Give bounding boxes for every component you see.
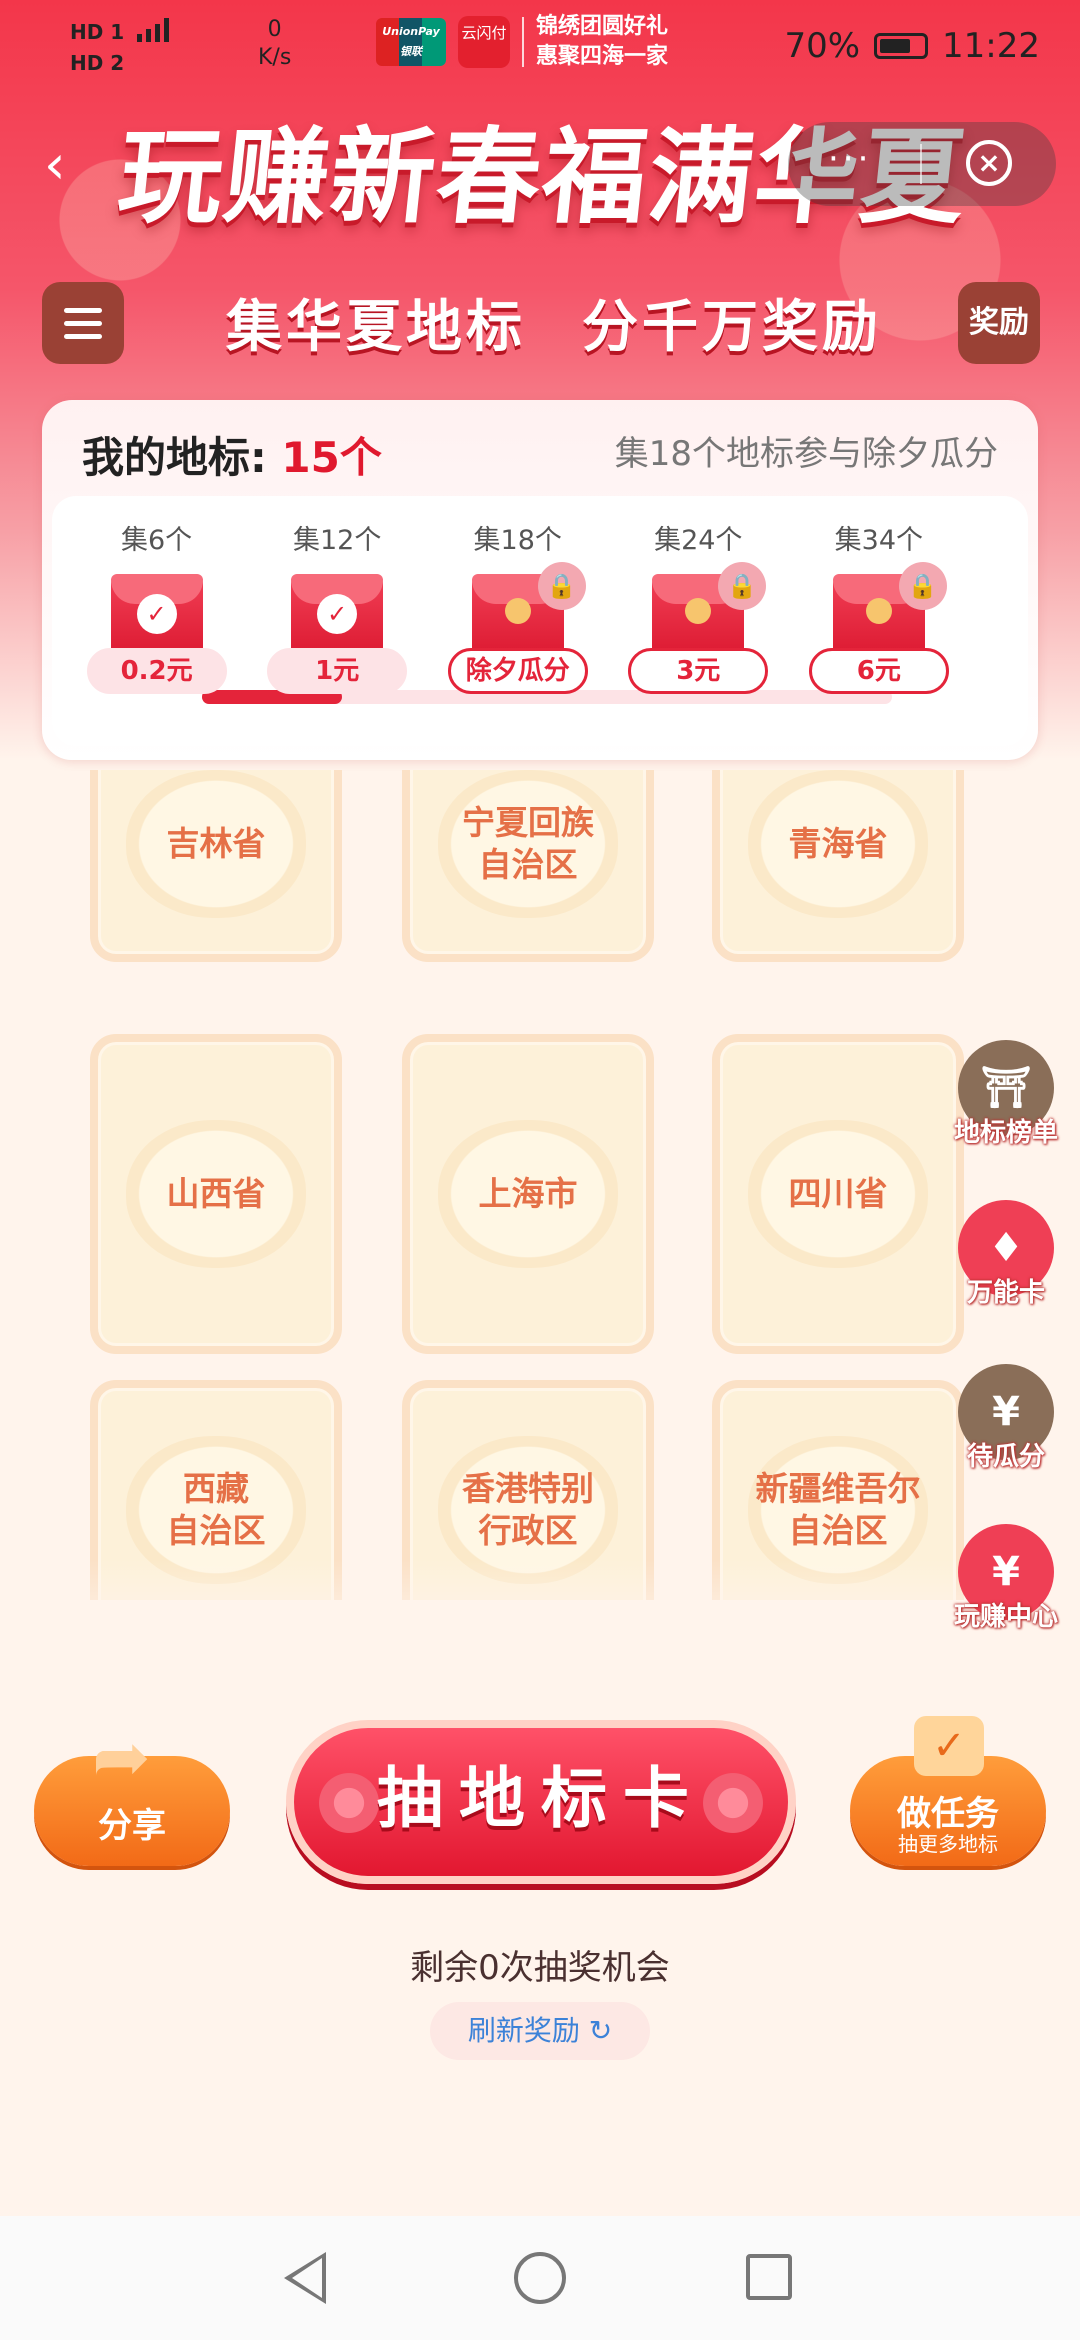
landmark-card[interactable]: 青海省	[712, 770, 964, 962]
share-arrow-icon: ➦	[92, 1716, 151, 1798]
card-name: 新疆维吾尔 自治区	[755, 1469, 921, 1550]
divider	[522, 17, 524, 67]
refresh-reward-button[interactable]: 刷新奖励 ↻	[430, 2002, 650, 2060]
close-icon[interactable]: ×	[966, 140, 1012, 186]
check-seal-icon: ✓	[136, 594, 177, 634]
hd2-label: HD 2	[70, 51, 125, 75]
system-nav-bar	[0, 2216, 1080, 2340]
subtitle-left: 集华夏地标	[226, 294, 526, 360]
milestone-track: 集6个 ✓ 0.2元 集12个 ✓ 1元 集18个 🔒 除夕瓜分 集24个 🔒 3元 集34个 🔒 6元	[52, 496, 1028, 746]
promo-banner[interactable]: UnionPay 银联 云闪付 锦绣团圆好礼 惠聚四海一家	[376, 12, 668, 72]
status-bar: HD 1 HD 2 0 K/s UnionPay 银联 云闪付 锦绣团圆好礼 惠…	[0, 0, 1080, 90]
grid-fade	[0, 1560, 1080, 1640]
landmark-card[interactable]: 上海市	[402, 1034, 654, 1354]
remaining-chances: 剩余0次抽奖机会	[410, 1948, 670, 1988]
yunshanfu-logo: 云闪付	[458, 16, 510, 68]
lock-icon: 🔒	[537, 562, 586, 610]
share-label: 分享	[98, 1806, 166, 1846]
nav-back-icon[interactable]	[284, 2252, 326, 2304]
milestone-reward: 除夕瓜分	[447, 648, 588, 694]
promo-line-1: 锦绣团圆好礼	[536, 14, 669, 39]
side-button-label: 地标榜单	[953, 1118, 1058, 1148]
landmark-count-value: 15个	[281, 433, 382, 482]
milestone-reward: 3元	[628, 648, 769, 694]
milestone-3[interactable]: 集18个 🔒 除夕瓜分	[443, 518, 593, 694]
landmark-card[interactable]: 吉林省	[90, 770, 342, 962]
milestone-label: 集34个	[834, 525, 923, 556]
back-arrow-icon[interactable]: ‹	[44, 138, 84, 192]
battery-icon	[874, 33, 929, 59]
coin-seal-icon	[504, 598, 531, 624]
promo-line-2: 惠聚四海一家	[536, 44, 669, 69]
checkmark-icon: ✓	[914, 1716, 984, 1776]
coin-seal-icon	[685, 598, 712, 624]
milestone-reward: 0.2元	[86, 648, 227, 694]
lock-icon: 🔒	[718, 562, 767, 610]
side-button-wildcard[interactable]: ♦ 万能卡	[948, 1200, 1064, 1308]
landmark-card[interactable]: 四川省	[712, 1034, 964, 1354]
clock: 11:22	[942, 26, 1040, 66]
nav-home-icon[interactable]	[514, 2252, 566, 2304]
landmark-progress-panel: 我的地标: 15个 集18个地标参与除夕瓜分 集6个 ✓ 0.2元 集12个 ✓ 1元 集1…	[42, 400, 1038, 760]
card-name: 吉林省	[166, 824, 266, 863]
hd1-label: HD 1	[70, 20, 125, 44]
milestone-label: 集12个	[292, 525, 382, 556]
milestone-5[interactable]: 集34个 🔒 6元	[804, 518, 954, 694]
coin-seal-icon	[865, 598, 892, 624]
subtitle-right: 分千万奖励	[582, 294, 882, 360]
card-name: 西藏 自治区	[166, 1469, 266, 1550]
card-name: 宁夏回族 自治区	[462, 803, 594, 884]
check-seal-icon: ✓	[317, 594, 358, 634]
signal-icon	[137, 18, 171, 49]
signal-indicators: HD 1 HD 2	[70, 18, 171, 77]
landmark-count-label: 我的地标:	[82, 433, 267, 482]
more-button[interactable]: ···	[828, 142, 872, 176]
side-button-label: 玩赚中心	[953, 1602, 1058, 1632]
milestone-1[interactable]: 集6个 ✓ 0.2元	[82, 518, 232, 694]
reward-button[interactable]: 奖励	[958, 282, 1040, 364]
landmark-card[interactable]: 山西省	[90, 1034, 342, 1354]
landmark-tip: 集18个地标参与除夕瓜分	[614, 434, 998, 474]
battery-time: 70% 11:22	[784, 26, 1040, 66]
network-speed: 0 K/s	[258, 16, 291, 72]
share-button[interactable]: ➦ 分享	[34, 1716, 230, 1866]
draw-landmark-card-button[interactable]: 抽地标卡	[286, 1720, 796, 1884]
milestone-reward: 1元	[267, 648, 408, 694]
landmark-card[interactable]: 宁夏回族 自治区	[402, 770, 654, 962]
unionpay-logo: UnionPay 银联	[376, 18, 446, 66]
capsule-divider	[920, 144, 922, 184]
task-subtitle: 抽更多地标	[898, 1832, 998, 1856]
milestone-label: 集6个	[121, 525, 193, 556]
side-button-label: 待瓜分	[966, 1442, 1045, 1472]
subtitle: 集华夏地标 分千万奖励	[226, 282, 938, 363]
milestone-4[interactable]: 集24个 🔒 3元	[623, 518, 773, 694]
card-name: 四川省	[788, 1174, 888, 1213]
milestone-2[interactable]: 集12个 ✓ 1元	[262, 518, 412, 694]
speed-unit: K/s	[258, 45, 292, 70]
landmark-card-grid: 吉林省 宁夏回族 自治区 青海省山西省 上海市 四川省西藏 自治区 香港特别 行政区 新疆维…	[90, 770, 990, 1600]
side-button-money-bag[interactable]: ¥ 待瓜分	[948, 1364, 1064, 1472]
menu-button[interactable]	[42, 282, 124, 364]
do-task-button[interactable]: ✓ 做任务 抽更多地标	[850, 1716, 1046, 1866]
side-button-pagoda[interactable]: ⛩ 地标榜单	[948, 1040, 1064, 1148]
side-button-label: 万能卡	[966, 1278, 1045, 1308]
milestone-label: 集18个	[473, 525, 562, 556]
card-name: 上海市	[478, 1174, 578, 1213]
nav-recents-icon[interactable]	[746, 2254, 792, 2300]
milestone-label: 集24个	[654, 525, 743, 556]
milestone-reward: 6元	[808, 648, 949, 694]
side-button-red-packet[interactable]: ¥ 玩赚中心	[948, 1524, 1064, 1632]
card-name: 山西省	[166, 1174, 266, 1213]
lock-icon: 🔒	[898, 562, 947, 610]
mini-program-capsule: ··· ×	[788, 122, 1056, 206]
card-name: 香港特别 行政区	[462, 1469, 594, 1550]
promo-text: 锦绣团圆好礼 惠聚四海一家	[536, 12, 668, 72]
speed-value: 0	[267, 17, 282, 42]
draw-label: 抽地标卡	[377, 1759, 705, 1837]
landmark-count: 我的地标: 15个	[82, 424, 382, 485]
battery-percent: 70%	[784, 26, 861, 66]
card-name: 青海省	[788, 824, 888, 863]
